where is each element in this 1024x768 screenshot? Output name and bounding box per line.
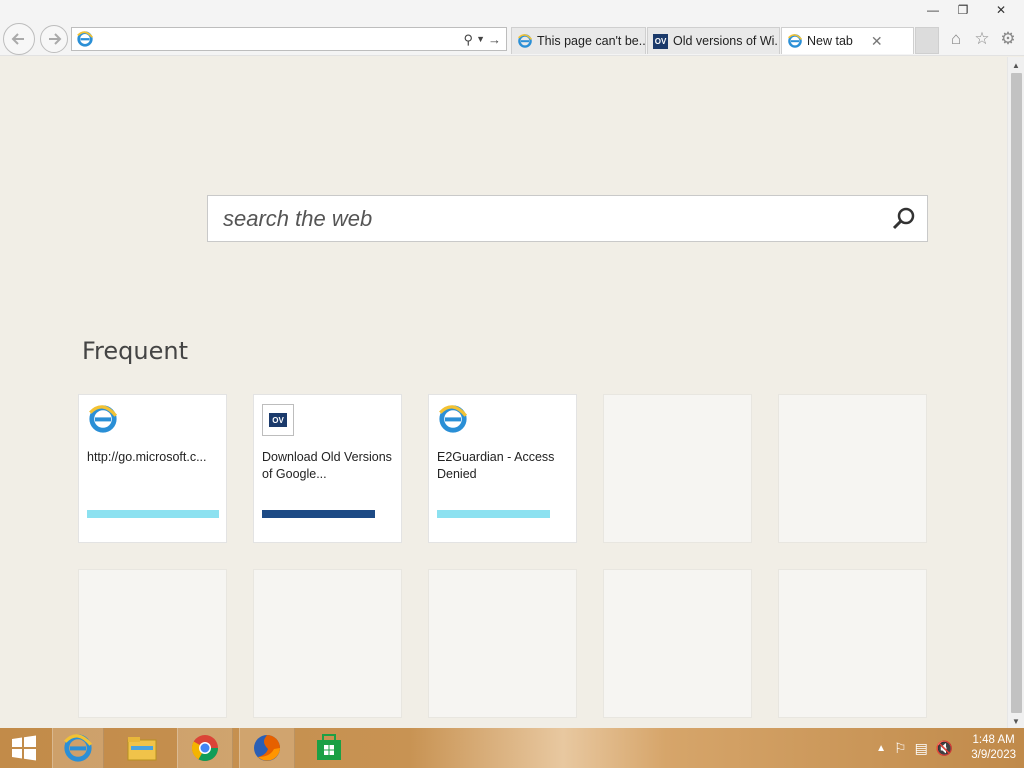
scroll-up-icon[interactable]: ▲ xyxy=(1008,57,1024,73)
action-center-flag-icon[interactable]: ⚐ xyxy=(894,740,907,757)
empty-tile xyxy=(778,569,927,718)
system-tray: ▲ ⚐ ▤ 🔇 1:48 AM 3/9/2023 xyxy=(876,728,1016,768)
forward-button[interactable] xyxy=(40,25,68,53)
scroll-down-icon[interactable]: ▼ xyxy=(1008,713,1024,729)
gear-icon[interactable]: ⚙ xyxy=(998,29,1018,49)
tab-label: New tab xyxy=(807,34,853,48)
home-icon[interactable]: ⌂ xyxy=(946,29,966,49)
tile-label: http://go.microsoft.c... xyxy=(87,450,207,464)
tab-label: This page can't be... xyxy=(537,34,646,48)
empty-tile xyxy=(78,569,227,718)
chrome-icon xyxy=(191,735,219,762)
ie-icon xyxy=(788,34,803,48)
empty-tile xyxy=(603,569,752,718)
tile-color-bar xyxy=(437,510,550,518)
search-icon xyxy=(892,207,915,229)
network-icon[interactable]: ▤ xyxy=(915,740,928,757)
show-hidden-icons-icon[interactable]: ▲ xyxy=(876,743,886,754)
browser-chrome: — ❐ ✕ ⚲ ▼ → This page can't be... OV Old… xyxy=(0,0,1024,56)
tile-color-bar xyxy=(262,510,375,518)
taskbar: ▲ ⚐ ▤ 🔇 1:48 AM 3/9/2023 xyxy=(0,728,1024,768)
tab-old-versions[interactable]: OV Old versions of Wi... xyxy=(647,27,780,54)
frequent-tile[interactable]: E2Guardian - Access Denied xyxy=(428,394,577,543)
taskbar-file-explorer[interactable] xyxy=(116,728,168,768)
firefox-icon xyxy=(254,735,280,761)
address-actions: ⚲ ▼ → xyxy=(464,33,506,46)
ov-icon: OV xyxy=(262,404,294,436)
ie-icon xyxy=(89,405,118,433)
address-input[interactable] xyxy=(94,29,464,49)
new-tab-button[interactable] xyxy=(915,27,939,54)
tab-label: Old versions of Wi... xyxy=(673,34,780,48)
toolbar-icons: ⌂ ☆ ⚙ xyxy=(946,29,1018,49)
clock-date: 3/9/2023 xyxy=(971,749,1016,761)
tile-color-bar xyxy=(87,510,219,518)
tab-strip: This page can't be... OV Old versions of… xyxy=(511,27,939,54)
clock[interactable]: 1:48 AM 3/9/2023 xyxy=(971,733,1016,763)
vertical-scrollbar[interactable]: ▲ ▼ xyxy=(1007,57,1024,729)
start-button[interactable] xyxy=(0,728,48,768)
scroll-thumb[interactable] xyxy=(1011,73,1022,713)
taskbar-windows-store[interactable] xyxy=(303,728,355,768)
star-icon[interactable]: ☆ xyxy=(972,29,992,49)
close-tab-icon[interactable]: ✕ xyxy=(871,33,883,50)
arrow-right-icon[interactable]: → xyxy=(488,33,501,46)
restore-button[interactable]: ❐ xyxy=(948,0,978,20)
frequent-heading: Frequent xyxy=(82,337,188,365)
address-bar: ⚲ ▼ → xyxy=(71,27,507,51)
taskbar-chrome[interactable] xyxy=(177,728,233,768)
empty-tile xyxy=(778,394,927,543)
back-button[interactable] xyxy=(3,23,35,55)
web-search-box xyxy=(207,195,928,242)
volume-muted-icon[interactable]: 🔇 xyxy=(936,740,953,757)
back-arrow-icon xyxy=(11,33,24,45)
search-input[interactable] xyxy=(208,198,881,239)
window-controls: — ❐ ✕ xyxy=(918,0,1024,22)
ov-icon: OV xyxy=(653,33,668,49)
taskbar-firefox[interactable] xyxy=(239,728,295,768)
ie-icon xyxy=(77,31,93,47)
windows-logo-icon xyxy=(12,735,36,761)
tile-label: Download Old Versions of Google... xyxy=(262,450,392,481)
search-button[interactable] xyxy=(881,196,927,241)
frequent-tile[interactable]: http://go.microsoft.c... xyxy=(78,394,227,543)
tile-label: E2Guardian - Access Denied xyxy=(437,450,555,481)
ie-icon xyxy=(518,34,533,48)
ie-icon xyxy=(439,405,468,433)
taskbar-internet-explorer[interactable] xyxy=(52,728,104,768)
store-icon xyxy=(317,734,341,760)
search-icon[interactable]: ⚲ xyxy=(464,33,474,46)
frequent-tile[interactable]: OV Download Old Versions of Google... xyxy=(253,394,402,543)
empty-tile xyxy=(603,394,752,543)
tab-page-cant-be-displayed[interactable]: This page can't be... xyxy=(511,27,646,54)
chevron-down-icon[interactable]: ▼ xyxy=(476,34,485,44)
forward-arrow-icon xyxy=(49,33,62,45)
close-window-button[interactable]: ✕ xyxy=(978,0,1024,20)
ov-badge: OV xyxy=(269,413,287,427)
minimize-button[interactable]: — xyxy=(918,0,948,20)
folder-icon xyxy=(127,737,157,761)
empty-tile xyxy=(428,569,577,718)
clock-time: 1:48 AM xyxy=(972,734,1015,746)
new-tab-page: Frequent http://go.microsoft.c... OV Dow… xyxy=(0,57,1007,729)
tab-new-tab[interactable]: New tab ✕ xyxy=(781,27,914,54)
empty-tile xyxy=(253,569,402,718)
ie-icon xyxy=(64,734,93,762)
